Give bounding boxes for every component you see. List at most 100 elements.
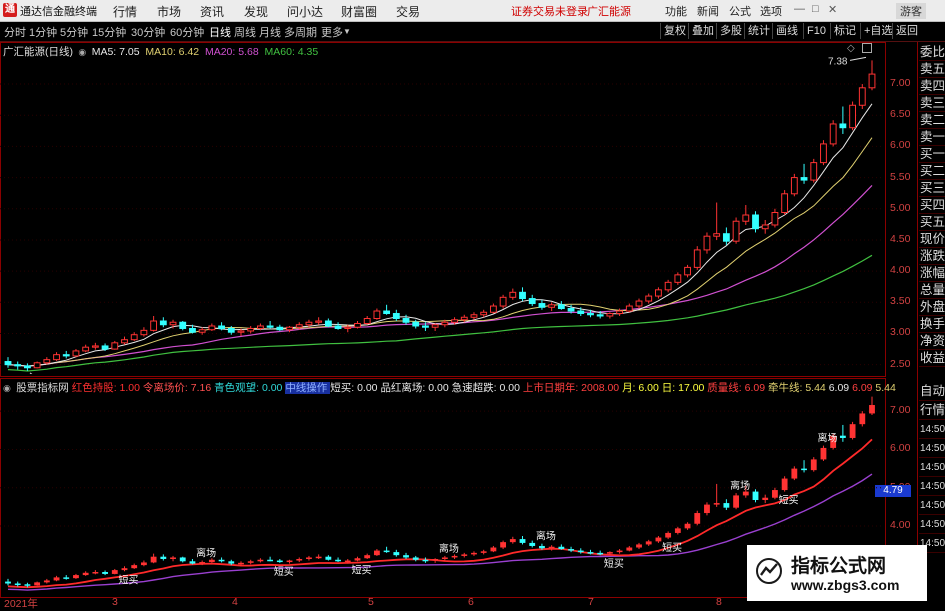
- menu-caifuquan[interactable]: 财富圈: [341, 3, 377, 20]
- tf-monthly[interactable]: 月线: [259, 24, 281, 40]
- side-field-label[interactable]: 卖五: [919, 61, 945, 78]
- candle: [635, 298, 643, 309]
- candle: [324, 318, 332, 328]
- current-stock-name: 广汇能源: [587, 6, 631, 18]
- maximize-icon[interactable]: □: [812, 3, 819, 15]
- logo-icon: [756, 558, 782, 584]
- buy-signal-label: 短买: [662, 541, 682, 554]
- tf-60min[interactable]: 60分钟: [170, 24, 204, 40]
- side-field-label[interactable]: 现价: [919, 231, 945, 248]
- side-field-label[interactable]: 净资: [919, 333, 945, 350]
- fuquan-button[interactable]: 复权: [660, 23, 689, 39]
- pin-icon[interactable]: ◇: [847, 43, 855, 54]
- menu-hangqing[interactable]: 行情: [113, 3, 137, 20]
- candlestick-chart[interactable]: 7.382.40: [0, 56, 884, 374]
- indicator-bar: [684, 522, 691, 530]
- side-field-label[interactable]: 买四: [919, 197, 945, 214]
- tf-multi[interactable]: 多周期: [284, 24, 317, 40]
- side-time-label[interactable]: 14:50: [919, 458, 945, 477]
- indicator-tick-label: 7.00: [890, 404, 911, 417]
- side-field-label[interactable]: 涨幅: [919, 265, 945, 282]
- side-field-label[interactable]: 买一: [919, 146, 945, 163]
- candle: [82, 344, 90, 353]
- side-time-label[interactable]: 14:50: [919, 420, 945, 439]
- overlay-button[interactable]: 叠加: [688, 23, 717, 39]
- indicator-bar: [820, 445, 827, 461]
- tf-daily[interactable]: 日线: [209, 24, 231, 40]
- add-watchlist-button[interactable]: +自选: [860, 23, 895, 39]
- side-time-label[interactable]: 14:50: [919, 477, 945, 496]
- candle: [742, 205, 750, 225]
- indicator-bar: [325, 555, 332, 561]
- formula-button[interactable]: 公式: [729, 3, 751, 19]
- close-icon[interactable]: ✕: [828, 3, 837, 16]
- tf-weekly[interactable]: 周线: [234, 24, 256, 40]
- indicator-bar: [63, 575, 70, 580]
- pane-maximize-icon[interactable]: [862, 43, 872, 53]
- login-status[interactable]: 证券交易未登录: [511, 3, 588, 19]
- indicator-bar: [762, 494, 769, 504]
- side-field-label[interactable]: 收益: [919, 350, 945, 367]
- watermark-badge: 指标公式网 www.zbgs3.com: [747, 545, 927, 601]
- indicator-bar: [412, 555, 419, 562]
- candle: [693, 246, 701, 270]
- date-tick-label: 5: [368, 596, 374, 608]
- menu-shichang[interactable]: 市场: [157, 3, 181, 20]
- minimize-icon[interactable]: —: [794, 3, 805, 15]
- side-field-label[interactable]: 卖一: [919, 129, 945, 146]
- stats-button[interactable]: 统计: [744, 23, 773, 39]
- date-tick-label: 7: [588, 596, 594, 608]
- back-button[interactable]: 返回: [892, 23, 921, 39]
- side-tab[interactable]: 自动: [919, 382, 945, 401]
- mark-button[interactable]: 标记: [830, 23, 859, 39]
- ma10-line: [7, 137, 873, 367]
- news-button[interactable]: 新闻: [697, 3, 719, 19]
- candle: [722, 227, 730, 245]
- side-tab[interactable]: 行情: [919, 401, 945, 420]
- side-field-label[interactable]: 买三: [919, 180, 945, 197]
- indicator-bar: [179, 556, 186, 563]
- menu-wenxiaoda[interactable]: 问小达: [287, 3, 323, 20]
- price-tick-label: 7.00: [890, 77, 911, 90]
- side-field-label[interactable]: 卖二: [919, 112, 945, 129]
- candle: [72, 349, 80, 358]
- side-field-label[interactable]: 换手: [919, 316, 945, 333]
- menu-zixun[interactable]: 资讯: [200, 3, 224, 20]
- guest-button[interactable]: 游客: [896, 3, 926, 19]
- tf-1min[interactable]: 1分钟: [29, 24, 57, 40]
- candle: [431, 323, 439, 331]
- side-time-label[interactable]: 14:50: [919, 496, 945, 515]
- f10-button[interactable]: F10: [803, 23, 829, 39]
- menu-faxian[interactable]: 发现: [244, 3, 268, 20]
- candle: [499, 294, 507, 309]
- candle: [24, 363, 31, 371]
- side-field-label[interactable]: 卖四: [919, 78, 945, 95]
- tf-30min[interactable]: 30分钟: [131, 24, 165, 40]
- exit-signal-label: 离场: [817, 432, 837, 445]
- side-time-label[interactable]: 14:50: [919, 515, 945, 534]
- side-field-label[interactable]: 委比: [919, 44, 945, 61]
- options-button[interactable]: 选项: [760, 3, 782, 19]
- chevron-down-icon[interactable]: ▼: [343, 27, 351, 36]
- draw-line-button[interactable]: 画线: [772, 23, 801, 39]
- candle: [606, 312, 614, 319]
- menu-jiaoyi[interactable]: 交易: [396, 3, 420, 20]
- tf-5min[interactable]: 5分钟: [60, 24, 88, 40]
- multi-stock-button[interactable]: 多股: [716, 23, 745, 39]
- side-field-label[interactable]: 卖三: [919, 95, 945, 112]
- side-field-label[interactable]: 外盘: [919, 299, 945, 316]
- tf-15min[interactable]: 15分钟: [92, 24, 126, 40]
- indicator-bar: [102, 570, 108, 576]
- price-tick-label: 4.00: [890, 264, 911, 277]
- tf-more[interactable]: 更多: [321, 24, 343, 40]
- side-field-label[interactable]: 买二: [919, 163, 945, 180]
- function-button[interactable]: 功能: [665, 3, 687, 19]
- indicator-bar: [626, 545, 633, 552]
- tf-fenshi[interactable]: 分时: [4, 24, 26, 40]
- side-field-label[interactable]: 总量: [919, 282, 945, 299]
- exit-signal-label: 离场: [730, 479, 750, 492]
- side-field-label[interactable]: 买五: [919, 214, 945, 231]
- side-field-label[interactable]: 涨跌: [919, 248, 945, 265]
- exit-signal-label: 离场: [439, 542, 459, 555]
- side-time-label[interactable]: 14:50: [919, 439, 945, 458]
